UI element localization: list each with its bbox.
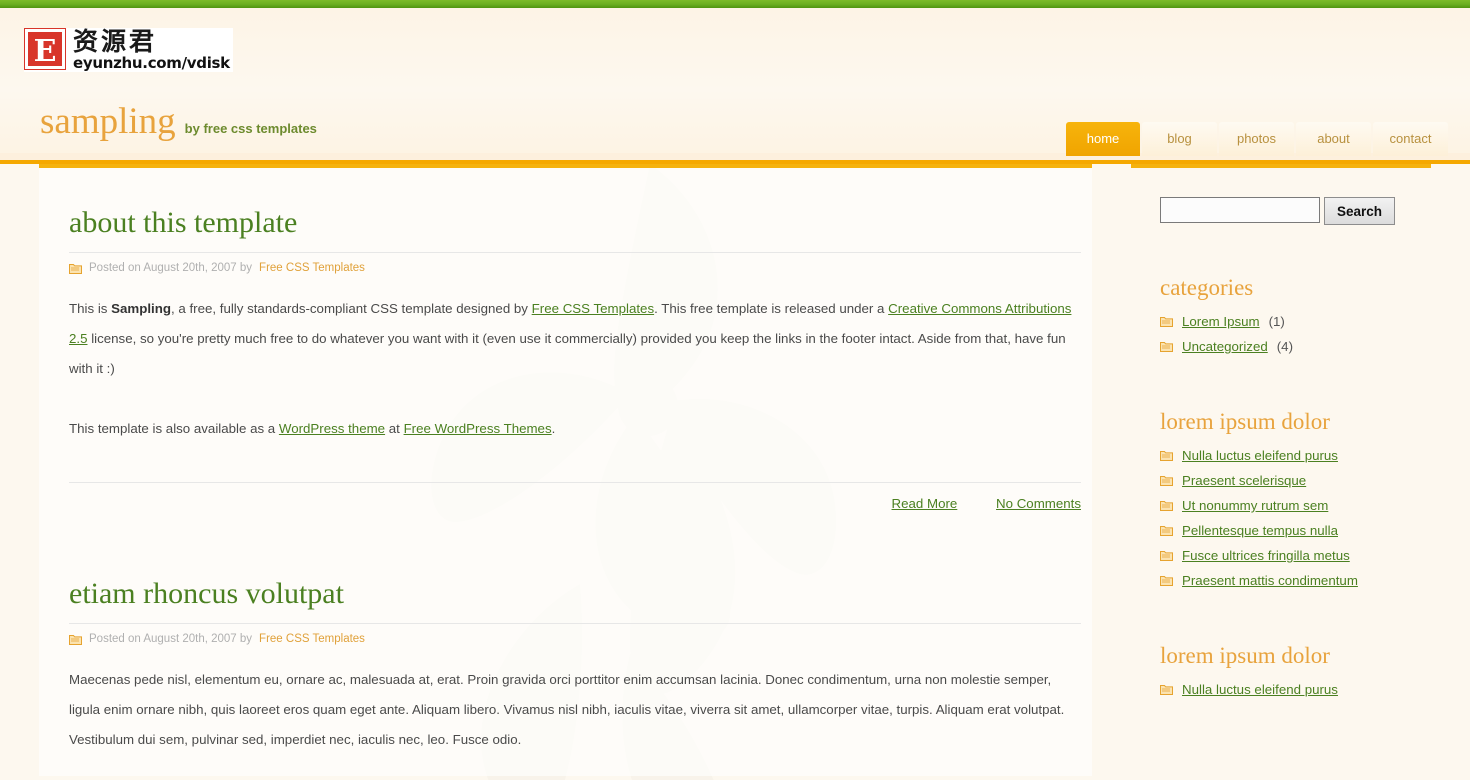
- sidebar-link[interactable]: Fusce ultrices fringilla metus: [1182, 548, 1350, 563]
- search-input[interactable]: [1160, 197, 1320, 223]
- link-free-wordpress-themes[interactable]: Free WordPress Themes: [404, 421, 552, 436]
- category-count: (4): [1276, 339, 1294, 354]
- sidebar-block-title: lorem ipsum dolor: [1160, 643, 1330, 668]
- post-meta: Posted on August 20th, 2007 by Free CSS …: [69, 623, 1081, 645]
- folder-icon: [1160, 451, 1173, 461]
- folder-icon: [69, 634, 82, 645]
- post-meta-text: Posted on August 20th, 2007 by: [89, 633, 253, 645]
- nav-item-home[interactable]: home: [1066, 122, 1140, 156]
- sidebar-block-lorem-ipsum-dolor-2: lorem ipsum dolor Nulla luctus eleifend …: [1131, 593, 1431, 702]
- lorem-list-2: Nulla luctus eleifend purus: [1160, 677, 1431, 702]
- main-navigation: home blog photos about contact: [1066, 122, 1448, 156]
- nav-item-contact[interactable]: contact: [1373, 122, 1448, 156]
- sidebar-link[interactable]: Praesent scelerisque: [1182, 473, 1306, 488]
- post-meta: Posted on August 20th, 2007 by Free CSS …: [69, 252, 1081, 274]
- post-body: Maecenas pede nisl, elementum eu, ornare…: [69, 645, 1081, 755]
- logo-chinese-name: 资源君: [73, 27, 158, 56]
- post-paragraph-1: Maecenas pede nisl, elementum eu, ornare…: [69, 672, 1065, 747]
- sidebar-link[interactable]: Ut nonummy rutrum sem: [1182, 498, 1328, 513]
- post-body: This is Sampling, a free, fully standard…: [69, 274, 1081, 444]
- sidebar-link[interactable]: Nulla luctus eleifend purus: [1182, 448, 1338, 463]
- site-title: sampling: [40, 101, 176, 142]
- folder-icon: [1160, 526, 1173, 536]
- list-item: Praesent mattis condimentum: [1160, 568, 1431, 593]
- category-link[interactable]: Uncategorized: [1182, 339, 1268, 354]
- emphasis-sampling: Sampling: [111, 301, 171, 316]
- list-item: Fusce ultrices fringilla metus: [1160, 543, 1431, 568]
- post-about-this-template: about this template Posted on August 20t…: [39, 168, 1081, 511]
- brand: sampling by free css templates: [40, 100, 317, 143]
- folder-icon: [1160, 317, 1173, 327]
- comments-link[interactable]: No Comments: [996, 496, 1081, 511]
- post-paragraph-1: This is Sampling, a free, fully standard…: [69, 294, 1081, 384]
- search-button[interactable]: Search: [1324, 197, 1396, 225]
- link-wordpress-theme[interactable]: WordPress theme: [279, 421, 385, 436]
- list-item: Praesent scelerisque: [1160, 468, 1431, 493]
- lorem-list-1: Nulla luctus eleifend purus Praesent sce…: [1160, 443, 1431, 593]
- folder-icon: [1160, 551, 1173, 561]
- logo-letter-icon: E: [24, 28, 66, 70]
- sidebar-link[interactable]: Nulla luctus eleifend purus: [1182, 682, 1338, 697]
- list-item: Ut nonummy rutrum sem: [1160, 493, 1431, 518]
- folder-icon: [1160, 501, 1173, 511]
- folder-icon: [1160, 685, 1173, 695]
- link-free-css-templates[interactable]: Free CSS Templates: [532, 301, 654, 316]
- post-meta-text: Posted on August 20th, 2007 by: [89, 262, 253, 274]
- site-header: sampling by free css templates home blog…: [0, 90, 1470, 164]
- sidebar-block-categories: categories Lorem Ipsum (1) Uncategorized: [1131, 225, 1431, 359]
- main-content: about this template Posted on August 20t…: [39, 164, 1092, 776]
- list-item: Uncategorized (4): [1160, 334, 1431, 359]
- post-footer-links: Read More No Comments: [69, 482, 1081, 511]
- post-etiam-rhoncus-volutpat: etiam rhoncus volutpat Posted on August …: [39, 539, 1081, 755]
- page-body: about this template Posted on August 20t…: [0, 164, 1470, 780]
- text-fragment: This is: [69, 301, 112, 316]
- post-title: etiam rhoncus volutpat: [69, 577, 344, 610]
- text-fragment: license, so you're pretty much free to d…: [69, 331, 1066, 376]
- list-item: Pellentesque tempus nulla: [1160, 518, 1431, 543]
- category-count: (1): [1268, 314, 1285, 329]
- logo-text: 资源君 eyunzhu.com/vdisk: [73, 29, 230, 71]
- read-more-link[interactable]: Read More: [892, 496, 958, 511]
- site-logo: E 资源君 eyunzhu.com/vdisk: [24, 28, 233, 72]
- top-accent-bar: [0, 0, 1470, 8]
- post-title: about this template: [69, 206, 298, 239]
- text-fragment: , a free, fully standards-compliant CSS …: [170, 301, 532, 316]
- post-separator: [39, 511, 1081, 539]
- site-tagline: by free css templates: [184, 121, 317, 136]
- folder-icon: [1160, 576, 1173, 586]
- categories-list: Lorem Ipsum (1) Uncategorized (4): [1160, 309, 1431, 359]
- sidebar-block-title: lorem ipsum dolor: [1160, 409, 1330, 434]
- sidebar-block-title: categories: [1160, 275, 1254, 300]
- text-fragment: This template is also available as a: [69, 421, 279, 436]
- nav-item-blog[interactable]: blog: [1142, 122, 1217, 156]
- search-form: Search: [1131, 168, 1431, 225]
- nav-item-about[interactable]: about: [1296, 122, 1371, 156]
- folder-icon: [69, 263, 82, 274]
- text-fragment: .: [551, 421, 556, 436]
- text-fragment: . This free template is released under a: [654, 301, 889, 316]
- logo-strip: E 资源君 eyunzhu.com/vdisk: [0, 8, 1470, 90]
- sidebar-block-lorem-ipsum-dolor-1: lorem ipsum dolor Nulla luctus eleifend …: [1131, 359, 1431, 593]
- sidebar-link[interactable]: Praesent mattis condimentum: [1182, 573, 1358, 588]
- logo-url: eyunzhu.com/vdisk: [73, 54, 230, 72]
- sidebar: Search categories Lorem Ipsum (1) Uncate…: [1131, 164, 1431, 776]
- folder-icon: [1160, 342, 1173, 352]
- list-item: Nulla luctus eleifend purus: [1160, 677, 1431, 702]
- list-item: Nulla luctus eleifend purus: [1160, 443, 1431, 468]
- text-fragment: at: [385, 421, 404, 436]
- post-author-link[interactable]: Free CSS Templates: [259, 262, 365, 274]
- sidebar-link[interactable]: Pellentesque tempus nulla: [1182, 523, 1338, 538]
- list-item: Lorem Ipsum (1): [1160, 309, 1431, 334]
- post-paragraph-2: This template is also available as a Wor…: [69, 414, 1081, 444]
- folder-icon: [1160, 476, 1173, 486]
- category-link[interactable]: Lorem Ipsum: [1182, 314, 1260, 329]
- post-author-link[interactable]: Free CSS Templates: [259, 633, 365, 645]
- nav-item-photos[interactable]: photos: [1219, 122, 1294, 156]
